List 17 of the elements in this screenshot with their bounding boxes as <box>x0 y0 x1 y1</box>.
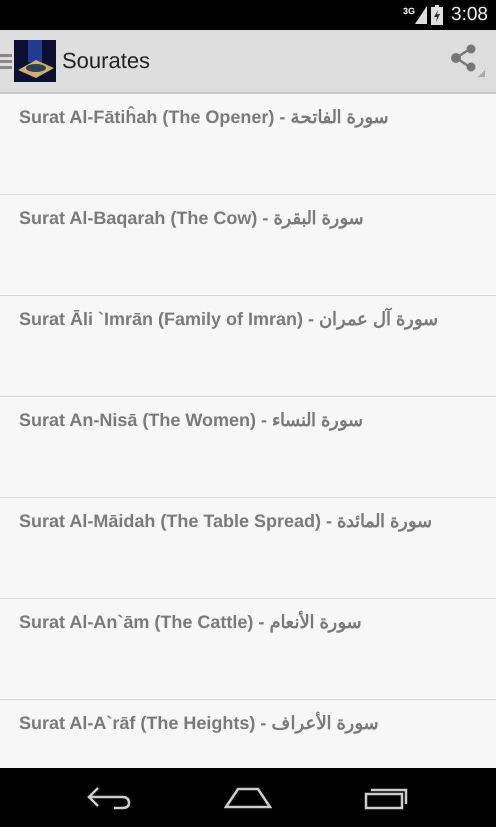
back-icon[interactable] <box>86 786 132 810</box>
share-icon <box>450 44 486 78</box>
screen-title: Sourates <box>62 48 152 74</box>
signal-icon <box>415 6 428 24</box>
surah-item[interactable]: Surat Al-Māidah (The Table Spread) - سورة المائدة <box>19 510 432 532</box>
surah-item[interactable]: Surat Al-A`rāf (The Heights) - سورة الأعراف <box>19 712 378 734</box>
surah-item[interactable]: Surat An-Nisā (The Women) - سورة النساء <box>19 409 364 431</box>
drawer-icon <box>0 52 12 70</box>
surah-item[interactable]: Surat Āli `Imrān (Family of Imran) - سورة آل عمران <box>19 308 438 330</box>
home-icon[interactable] <box>224 786 272 810</box>
surah-item[interactable]: Surat Al-Baqarah (The Cow) - سورة البقرة <box>19 207 364 229</box>
clock: 3:08 <box>451 4 488 26</box>
surah-item[interactable]: Surat Al-Fātiĥah (The Opener) - سورة الفاتحة <box>19 106 388 128</box>
app-icon <box>14 40 56 82</box>
battery-icon <box>431 5 444 25</box>
network-type: 3G <box>403 6 416 16</box>
surah-item[interactable]: Surat Al-An`ām (The Cattle) - سورة الأنعام <box>19 611 362 633</box>
